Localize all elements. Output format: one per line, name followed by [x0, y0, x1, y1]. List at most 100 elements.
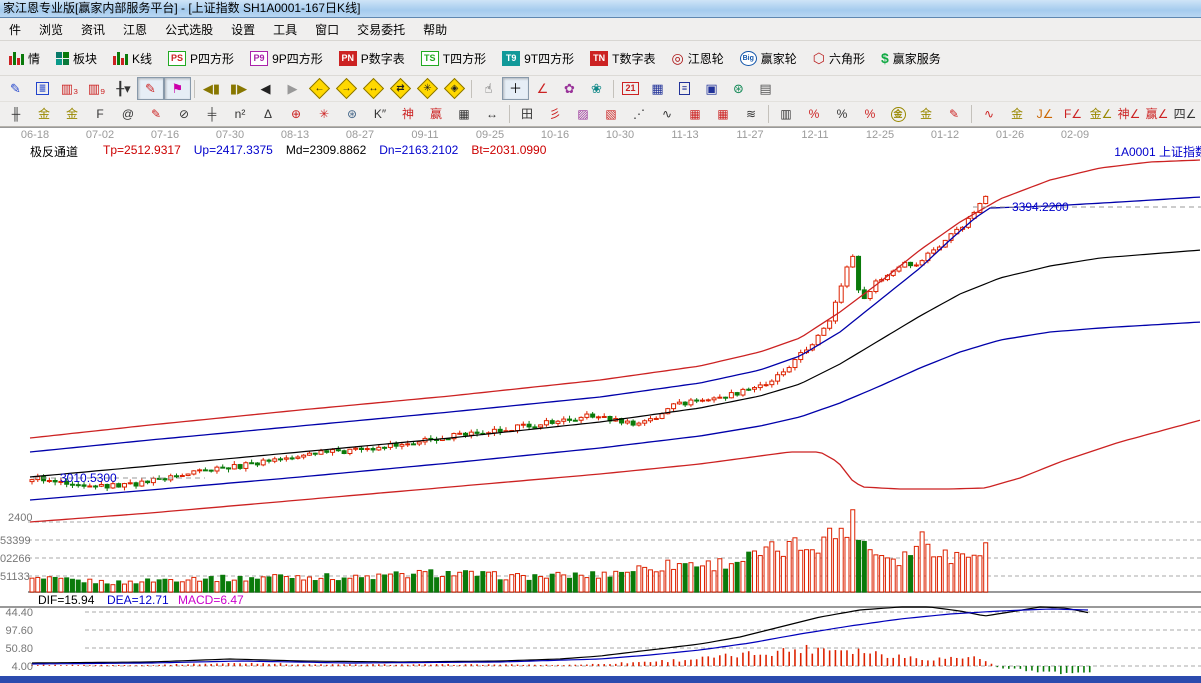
menu-item-6[interactable]: 工具 — [264, 19, 306, 40]
nav-prev-icon[interactable]: ◀ — [252, 77, 279, 100]
p-square-button[interactable]: PSP四方形 — [160, 46, 242, 71]
kline-button[interactable]: K线 — [105, 46, 160, 71]
nav-first-icon[interactable]: ◀▮ — [198, 77, 225, 100]
crosshair-icon[interactable]: ＋ — [502, 77, 529, 100]
pct-line-icon[interactable]: % — [800, 103, 828, 125]
brush-icon[interactable]: ✎ — [142, 103, 170, 125]
shen-icon[interactable]: 神 — [394, 103, 422, 125]
menu-item-2[interactable]: 资讯 — [72, 19, 114, 40]
spiderweb-icon[interactable]: ⊛ — [338, 103, 366, 125]
winner-service-button[interactable]: $赢家服务 — [873, 46, 949, 71]
9p-square-button[interactable]: P99P四方形 — [242, 46, 331, 71]
box-tool-icon[interactable]: 田 — [513, 103, 541, 125]
fan-purple-icon[interactable]: ▨ — [569, 103, 597, 125]
zoom-horizontal-icon[interactable]: ↔ — [360, 77, 387, 100]
menu-item-9[interactable]: 帮助 — [414, 19, 456, 40]
quote-button[interactable]: 情 — [1, 46, 48, 71]
pct-under-icon[interactable]: % — [856, 103, 884, 125]
gann-wheel-button[interactable]: ◎江恩轮 — [663, 46, 731, 71]
web-service-icon[interactable]: ⊛ — [725, 77, 752, 100]
scroll-right-icon[interactable]: → — [333, 77, 360, 100]
volume-bar — [700, 566, 704, 592]
ying-icon[interactable]: 赢 — [422, 103, 450, 125]
sketch-red-icon[interactable]: ✎ — [137, 77, 164, 100]
menu-item-3[interactable]: 江恩 — [114, 19, 156, 40]
menu-item-5[interactable]: 设置 — [222, 19, 264, 40]
gold-lines-icon[interactable]: 金 — [912, 103, 940, 125]
n2-icon[interactable]: n² — [226, 103, 254, 125]
print-icon[interactable]: ▤ — [752, 77, 779, 100]
kline-style-icon[interactable]: ╂▾ — [110, 77, 137, 100]
ruler-icon[interactable]: ╪ — [198, 103, 226, 125]
gann-purple-icon[interactable]: ✿ — [556, 77, 583, 100]
gold-angle-icon[interactable]: 金∠ — [1087, 103, 1115, 125]
gold-under-icon[interactable]: 金 — [1003, 103, 1031, 125]
calculator-icon[interactable]: ▦ — [644, 77, 671, 100]
columns-icon[interactable]: ▥ — [772, 103, 800, 125]
j-angle-icon[interactable]: J∠ — [1031, 103, 1059, 125]
menu-item-4[interactable]: 公式选股 — [156, 19, 222, 40]
winner-wheel-button[interactable]: Big赢家轮 — [732, 46, 805, 71]
gold-grid-icon[interactable]: 金 — [30, 103, 58, 125]
pct-icon[interactable]: % — [828, 103, 856, 125]
grid-arrow-icon[interactable]: ▦ — [709, 103, 737, 125]
k-note-icon[interactable]: K″ — [366, 103, 394, 125]
chart-3-icon[interactable]: ▥₃ — [56, 77, 83, 100]
expand-icon[interactable]: ✳ — [414, 77, 441, 100]
f-angle-icon[interactable]: F∠ — [1059, 103, 1087, 125]
si-angle-icon[interactable]: 四∠ — [1171, 103, 1199, 125]
wave-icon[interactable]: ∿ — [975, 103, 1003, 125]
save-icon[interactable]: ▣ — [698, 77, 725, 100]
menu-item-1[interactable]: 浏览 — [30, 19, 72, 40]
web-red-icon[interactable]: ✳ — [310, 103, 338, 125]
hexagon-button[interactable]: ⬡六角形 — [805, 46, 873, 71]
main-chart-svg[interactable]: 3394.22003010.5300240053399022665113344.… — [0, 141, 1201, 676]
t-table-button[interactable]: TNT数字表 — [582, 46, 663, 71]
shen-angle-icon[interactable]: 神∠ — [1115, 103, 1143, 125]
compress-icon[interactable]: ⇄ — [387, 77, 414, 100]
sketch-blue-icon[interactable]: ✎ — [2, 77, 29, 100]
spiral-icon[interactable]: @ — [114, 103, 142, 125]
h-arrows-icon[interactable]: ↔ — [478, 103, 506, 125]
gold-grid-2-icon[interactable]: 金 — [58, 103, 86, 125]
clipboard-icon[interactable]: ≣ — [29, 77, 56, 100]
full-view-icon[interactable]: ◈ — [441, 77, 468, 100]
9t-square-button[interactable]: T99T四方形 — [494, 46, 582, 71]
hand-icon[interactable]: ☝ — [475, 77, 502, 100]
grid-123-icon[interactable]: ▦ — [450, 103, 478, 125]
zigzag-icon[interactable]: ∿ — [653, 103, 681, 125]
nav-last-icon[interactable]: ▮▶ — [225, 77, 252, 100]
circle-ruler-icon[interactable]: ⊘ — [170, 103, 198, 125]
chart-9-icon[interactable]: ▥₉ — [83, 77, 110, 100]
title-bar[interactable]: 家江恩专业版[赢家内部服务平台] - [上证指数 SH1A0001-167日K线… — [0, 0, 1201, 18]
notes-icon[interactable]: ≡ — [671, 77, 698, 100]
fan-black-icon[interactable]: ⋰ — [625, 103, 653, 125]
sectors-button[interactable]: 板块 — [48, 46, 105, 71]
fibo-f-icon[interactable]: F — [86, 103, 114, 125]
p-table-button[interactable]: PNP数字表 — [331, 46, 413, 71]
target-icon[interactable]: ⊕ — [282, 103, 310, 125]
angle-measure-icon[interactable]: ∠ — [529, 77, 556, 100]
lines-3-icon[interactable]: ≋ — [737, 103, 765, 125]
nav-next-icon[interactable]: ▶ — [279, 77, 306, 100]
fan-redbox-icon[interactable]: ▧ — [597, 103, 625, 125]
gann-teal-icon[interactable]: ❀ — [583, 77, 610, 100]
menu-item-0[interactable]: 件 — [0, 19, 30, 40]
calendar-icon[interactable]: 21 — [617, 77, 644, 100]
profile-chart-icon[interactable]: ⚑ — [164, 77, 191, 100]
menu-item-8[interactable]: 交易委托 — [348, 19, 414, 40]
angle-a-icon[interactable]: Δ — [254, 103, 282, 125]
gann-line-icon[interactable]: ╫ — [2, 103, 30, 125]
brush-2-icon[interactable]: ✎ — [940, 103, 968, 125]
chart-area[interactable]: 3394.22003010.5300240053399022665113344.… — [0, 141, 1201, 676]
fan-red-icon[interactable]: 彡 — [541, 103, 569, 125]
grid-red-icon[interactable]: ▦ — [681, 103, 709, 125]
t-square-button[interactable]: TST四方形 — [413, 46, 494, 71]
angle-measure-icon-glyph: ∠ — [537, 82, 549, 95]
volume-bar — [82, 583, 86, 592]
gold-circle-icon[interactable]: 金 — [884, 103, 912, 125]
menu-item-7[interactable]: 窗口 — [306, 19, 348, 40]
ying-angle-icon[interactable]: 赢∠ — [1143, 103, 1171, 125]
volume-bar — [556, 572, 560, 592]
scroll-left-icon[interactable]: ← — [306, 77, 333, 100]
